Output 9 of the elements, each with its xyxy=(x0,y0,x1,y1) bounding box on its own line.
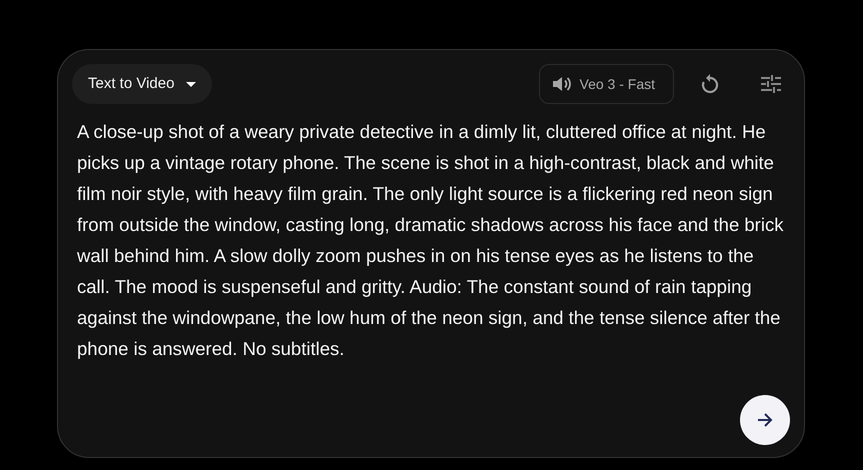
caret-icon xyxy=(186,82,196,86)
arrow-icon xyxy=(757,413,773,427)
speaker-icon xyxy=(552,75,572,93)
send-button[interactable] xyxy=(740,395,790,445)
mode-dropdown[interactable]: Text to Video xyxy=(72,64,212,104)
settings-icon[interactable] xyxy=(760,74,782,94)
prompt-text[interactable]: A close-up shot of a weary private detective in a dimly lit, cluttered office at night. He picks up a vintage rotary phone. The scene is shot in a high-contrast, black and white film noir style, with heavy film grain. The only light source is a flickering red neon sign from outside the window, casting long, dramatic shadows across his face and the brick wall behind him. A slow dolly zoom pushes in on his tense eyes as he listens to the call. The mood is suspenseful and gritty. Audio: The constant sound of rain tapping against the windowpane, the low hum of the neon sign, and the tense silence after the phone is answered. No subtitles. xyxy=(77,116,789,364)
refresh-icon[interactable] xyxy=(700,74,720,94)
model-button[interactable]: Veo 3 - Fast xyxy=(538,64,674,104)
